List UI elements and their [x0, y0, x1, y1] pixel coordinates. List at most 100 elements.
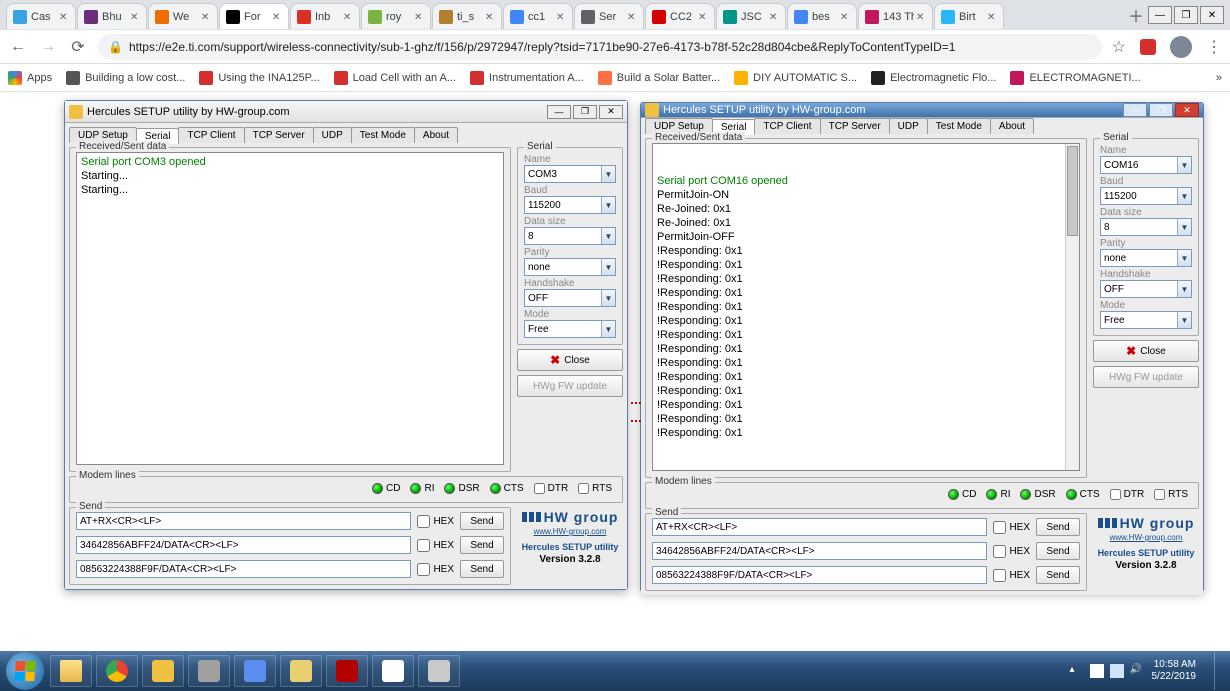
- hex-checkbox[interactable]: HEX: [993, 521, 1030, 534]
- clock[interactable]: 10:58 AM 5/22/2019: [1152, 659, 1201, 683]
- minimize-button[interactable]: —: [1123, 103, 1147, 117]
- parity-select[interactable]: none▼: [1100, 249, 1192, 267]
- app-icon-5[interactable]: [372, 655, 414, 687]
- bookmarks-overflow[interactable]: »: [1216, 72, 1222, 84]
- omnibox[interactable]: 🔒 https://e2e.ti.com/support/wireless-co…: [98, 34, 1102, 60]
- close-icon[interactable]: ✕: [627, 12, 637, 22]
- hex-checkbox[interactable]: HEX: [417, 515, 454, 528]
- send-input[interactable]: [652, 518, 987, 536]
- maximize-button[interactable]: ❐: [1149, 103, 1173, 117]
- close-icon[interactable]: ✕: [556, 12, 566, 22]
- apps-button[interactable]: Apps: [8, 71, 52, 85]
- fw-update-button[interactable]: HWg FW update: [517, 375, 623, 397]
- send-button[interactable]: Send: [1036, 542, 1080, 560]
- parity-select[interactable]: none▼: [524, 258, 616, 276]
- tray-network-icon[interactable]: [1110, 664, 1124, 678]
- app-icon-1[interactable]: [142, 655, 184, 687]
- maximize-button[interactable]: ❐: [573, 105, 597, 119]
- tab-tcp-client[interactable]: TCP Client: [178, 127, 244, 143]
- send-input[interactable]: [652, 566, 987, 584]
- handshake-select[interactable]: OFF▼: [524, 289, 616, 307]
- fw-update-button[interactable]: HWg FW update: [1093, 366, 1199, 388]
- browser-tab[interactable]: Inb✕: [290, 3, 360, 29]
- browser-tab[interactable]: bes✕: [787, 3, 857, 29]
- send-button[interactable]: Send: [1036, 518, 1080, 536]
- close-button[interactable]: ✕: [1200, 6, 1224, 24]
- tab-udp[interactable]: UDP: [313, 127, 352, 143]
- send-input[interactable]: [652, 542, 987, 560]
- send-input[interactable]: [76, 512, 411, 530]
- terminal-output[interactable]: Serial port COM16 openedPermitJoin-ONRe-…: [652, 143, 1080, 471]
- filezilla-icon[interactable]: [326, 655, 368, 687]
- minimize-button[interactable]: —: [547, 105, 571, 119]
- star-icon[interactable]: ☆: [1112, 37, 1126, 57]
- close-icon[interactable]: ✕: [201, 12, 211, 22]
- start-button[interactable]: [6, 652, 44, 690]
- minimize-button[interactable]: —: [1148, 6, 1172, 24]
- close-button[interactable]: ✕: [1175, 103, 1199, 117]
- menu-icon[interactable]: ⋮: [1206, 37, 1222, 57]
- tray-volume-icon[interactable]: 🔊: [1130, 664, 1144, 678]
- close-icon[interactable]: ✕: [698, 12, 708, 22]
- browser-tab[interactable]: CC2✕: [645, 3, 715, 29]
- send-button[interactable]: Send: [1036, 566, 1080, 584]
- tab-tcp-server[interactable]: TCP Server: [244, 127, 314, 143]
- datasize-select[interactable]: 8▼: [1100, 218, 1192, 236]
- app-icon-2[interactable]: [188, 655, 230, 687]
- send-button[interactable]: Send: [460, 536, 504, 554]
- rts-checkbox[interactable]: RTS: [1154, 489, 1188, 500]
- tray-up-icon[interactable]: ▴: [1070, 664, 1084, 678]
- splitter-handle[interactable]: [630, 392, 642, 416]
- extension-icon[interactable]: [1140, 39, 1156, 55]
- send-button[interactable]: Send: [460, 512, 504, 530]
- browser-tab[interactable]: Bhu✕: [77, 3, 147, 29]
- tray-flag-icon[interactable]: [1090, 664, 1104, 678]
- bookmark-item[interactable]: Build a Solar Batter...: [598, 71, 720, 85]
- app-icon-6[interactable]: [418, 655, 460, 687]
- forward-button[interactable]: →: [38, 38, 58, 56]
- profile-avatar[interactable]: [1170, 36, 1192, 58]
- bookmark-item[interactable]: Building a low cost...: [66, 71, 185, 85]
- close-icon[interactable]: ✕: [916, 12, 926, 22]
- bookmark-item[interactable]: ELECTROMAGNETI...: [1010, 71, 1140, 85]
- hex-checkbox[interactable]: HEX: [993, 545, 1030, 558]
- browser-tab[interactable]: We✕: [148, 3, 218, 29]
- close-button[interactable]: ✕: [599, 105, 623, 119]
- app-icon-3[interactable]: [234, 655, 276, 687]
- close-icon[interactable]: ✕: [987, 12, 997, 22]
- browser-tab[interactable]: cc1✕: [503, 3, 573, 29]
- browser-tab[interactable]: For✕: [219, 3, 289, 29]
- new-tab-button[interactable]: ＋: [1124, 3, 1148, 27]
- dtr-checkbox[interactable]: DTR: [534, 483, 569, 494]
- browser-tab[interactable]: 143 The✕: [858, 3, 933, 29]
- close-port-button[interactable]: ✖Close: [1093, 340, 1199, 362]
- close-port-button[interactable]: ✖Close: [517, 349, 623, 371]
- browser-tab[interactable]: ti_s✕: [432, 3, 502, 29]
- send-button[interactable]: Send: [460, 560, 504, 578]
- send-input[interactable]: [76, 536, 411, 554]
- browser-tab[interactable]: roy✕: [361, 3, 431, 29]
- close-icon[interactable]: ✕: [840, 12, 850, 22]
- bookmark-item[interactable]: Using the INA125P...: [199, 71, 319, 85]
- close-icon[interactable]: ✕: [414, 12, 424, 22]
- close-icon[interactable]: ✕: [272, 12, 282, 22]
- brand-url[interactable]: www.HW-group.com: [1110, 533, 1183, 542]
- terminal-output[interactable]: Serial port COM3 openedStarting...Starti…: [76, 152, 504, 465]
- rts-checkbox[interactable]: RTS: [578, 483, 612, 494]
- tab-about[interactable]: About: [990, 118, 1034, 134]
- mode-select[interactable]: Free▼: [1100, 311, 1192, 329]
- port-name-select[interactable]: COM16▼: [1100, 156, 1192, 174]
- titlebar[interactable]: Hercules SETUP utility by HW-group.com —…: [65, 101, 627, 123]
- tab-tcp-client[interactable]: TCP Client: [754, 118, 820, 134]
- back-button[interactable]: ←: [8, 38, 28, 56]
- hex-checkbox[interactable]: HEX: [417, 563, 454, 576]
- bookmark-item[interactable]: Load Cell with an A...: [334, 71, 456, 85]
- hex-checkbox[interactable]: HEX: [993, 569, 1030, 582]
- tab-tcp-server[interactable]: TCP Server: [820, 118, 890, 134]
- baud-select[interactable]: 115200▼: [524, 196, 616, 214]
- reload-button[interactable]: ⟳: [68, 37, 88, 57]
- explorer-icon[interactable]: [50, 655, 92, 687]
- baud-select[interactable]: 115200▼: [1100, 187, 1192, 205]
- mode-select[interactable]: Free▼: [524, 320, 616, 338]
- app-icon-4[interactable]: [280, 655, 322, 687]
